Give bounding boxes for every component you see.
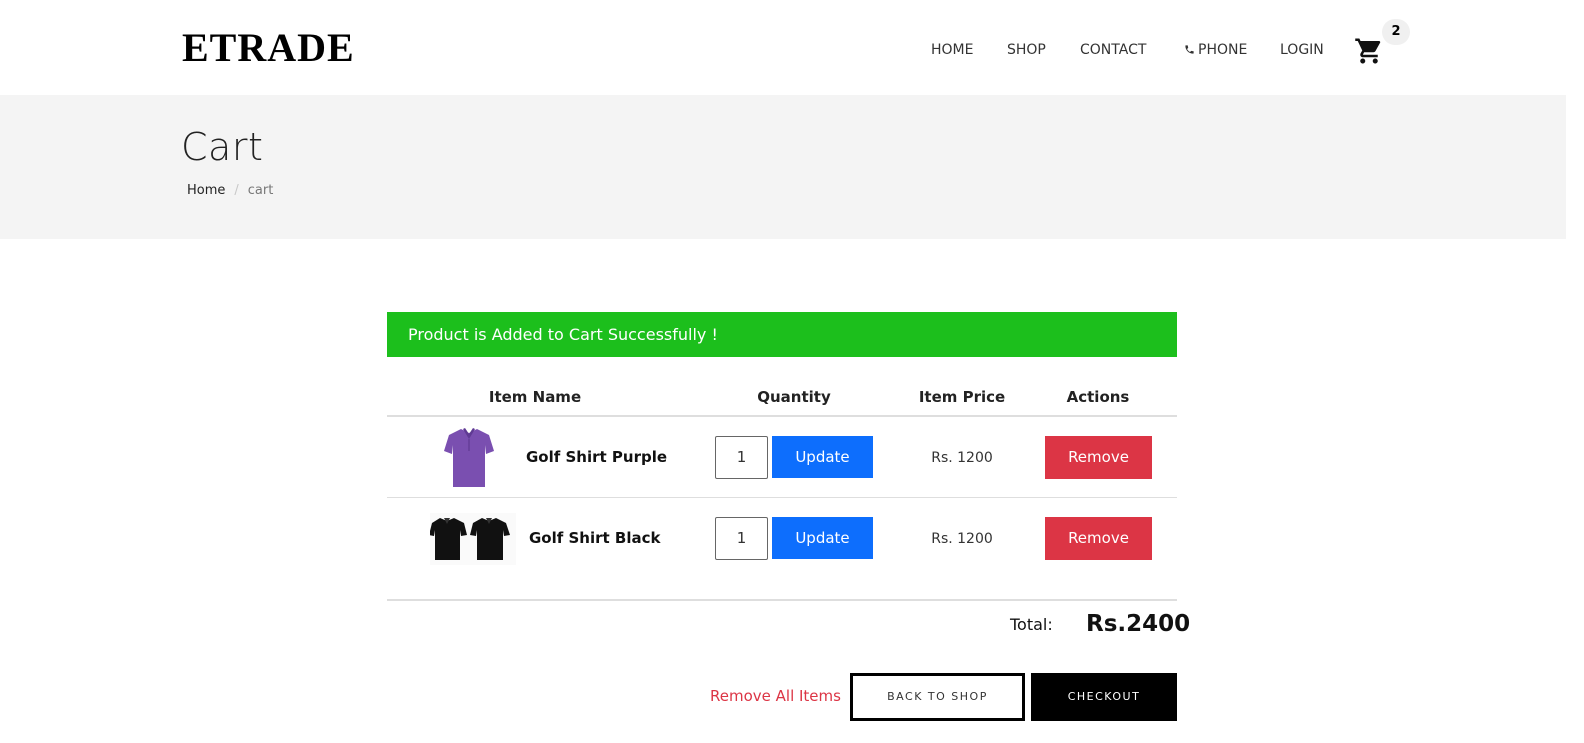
remove-button[interactable]: Remove	[1045, 436, 1152, 479]
table-header-divider	[387, 415, 1177, 417]
nav-login[interactable]: LOGIN	[1280, 40, 1324, 60]
update-button[interactable]: Update	[772, 517, 873, 559]
header-actions: Actions	[1066, 388, 1130, 406]
checkout-button[interactable]: CHECKOUT	[1031, 673, 1177, 721]
update-button[interactable]: Update	[772, 436, 873, 478]
remove-all-items-link[interactable]: Remove All Items	[710, 686, 841, 706]
success-alert: Product is Added to Cart Successfully !	[387, 312, 1177, 357]
site-header: ETRADE HOME SHOP CONTACT PHONE LOGIN 2	[0, 0, 1566, 95]
shopping-cart-icon	[1355, 38, 1381, 64]
nav-contact[interactable]: CONTACT	[1080, 40, 1146, 60]
product-image-purple-shirt[interactable]	[443, 425, 495, 491]
total-value: Rs.2400	[1086, 611, 1191, 637]
header-quantity: Quantity	[757, 388, 831, 406]
item-price: Rs. 1200	[931, 531, 993, 547]
cart-button[interactable]	[1354, 36, 1384, 66]
breadcrumb-current: cart	[247, 183, 274, 198]
quantity-input[interactable]: 1	[715, 517, 768, 560]
product-image-black-shirt[interactable]	[430, 513, 516, 565]
cart-count-badge: 2	[1382, 19, 1410, 45]
table-footer-divider	[387, 599, 1177, 601]
back-to-shop-button[interactable]: BACK TO SHOP	[850, 673, 1025, 721]
scrollbar-track[interactable]	[1566, 0, 1584, 743]
remove-button[interactable]: Remove	[1045, 517, 1152, 560]
nav-home[interactable]: HOME	[931, 40, 973, 60]
nav-phone-label: PHONE	[1198, 42, 1248, 58]
item-price: Rs. 1200	[931, 450, 993, 466]
phone-icon	[1185, 45, 1194, 54]
breadcrumb-home[interactable]: Home	[187, 183, 225, 198]
product-name: Golf Shirt Black	[529, 529, 661, 547]
breadcrumb: Home / cart	[187, 183, 273, 199]
nav-phone[interactable]: PHONE	[1184, 40, 1247, 60]
row-divider	[387, 497, 1177, 498]
page-title: Cart	[181, 125, 264, 169]
quantity-input[interactable]: 1	[715, 436, 768, 479]
breadcrumb-separator: /	[234, 183, 239, 198]
page-banner: Cart Home / cart	[0, 95, 1566, 239]
site-logo[interactable]: ETRADE	[182, 26, 355, 70]
header-item-name: Item Name	[488, 388, 582, 406]
total-label: Total:	[1010, 615, 1053, 634]
product-name: Golf Shirt Purple	[526, 448, 668, 466]
nav-shop[interactable]: SHOP	[1007, 40, 1046, 60]
